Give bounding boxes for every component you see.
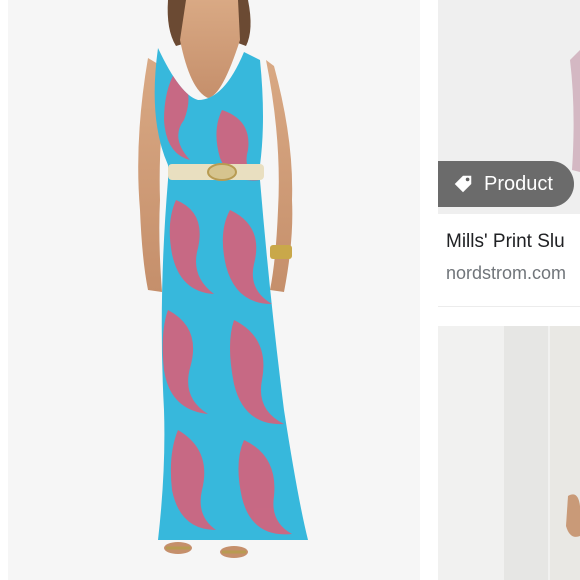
dress-model-image <box>138 0 308 558</box>
thumbnail-image-next <box>438 326 580 580</box>
result-thumbnail-next[interactable] <box>438 326 580 580</box>
price-tag-icon <box>452 173 474 195</box>
result-source: nordstrom.com <box>446 263 567 283</box>
product-badge: Product <box>438 161 574 207</box>
main-product-image[interactable] <box>8 0 420 580</box>
result-title-link[interactable]: Mills' Print Slu <box>446 231 565 253</box>
divider <box>438 306 580 307</box>
product-badge-label: Product <box>484 172 553 195</box>
result-thumbnail[interactable]: Product <box>438 0 580 214</box>
result-card-secondary[interactable]: Product Mills' Print Slu nordstrom.com <box>438 0 580 580</box>
